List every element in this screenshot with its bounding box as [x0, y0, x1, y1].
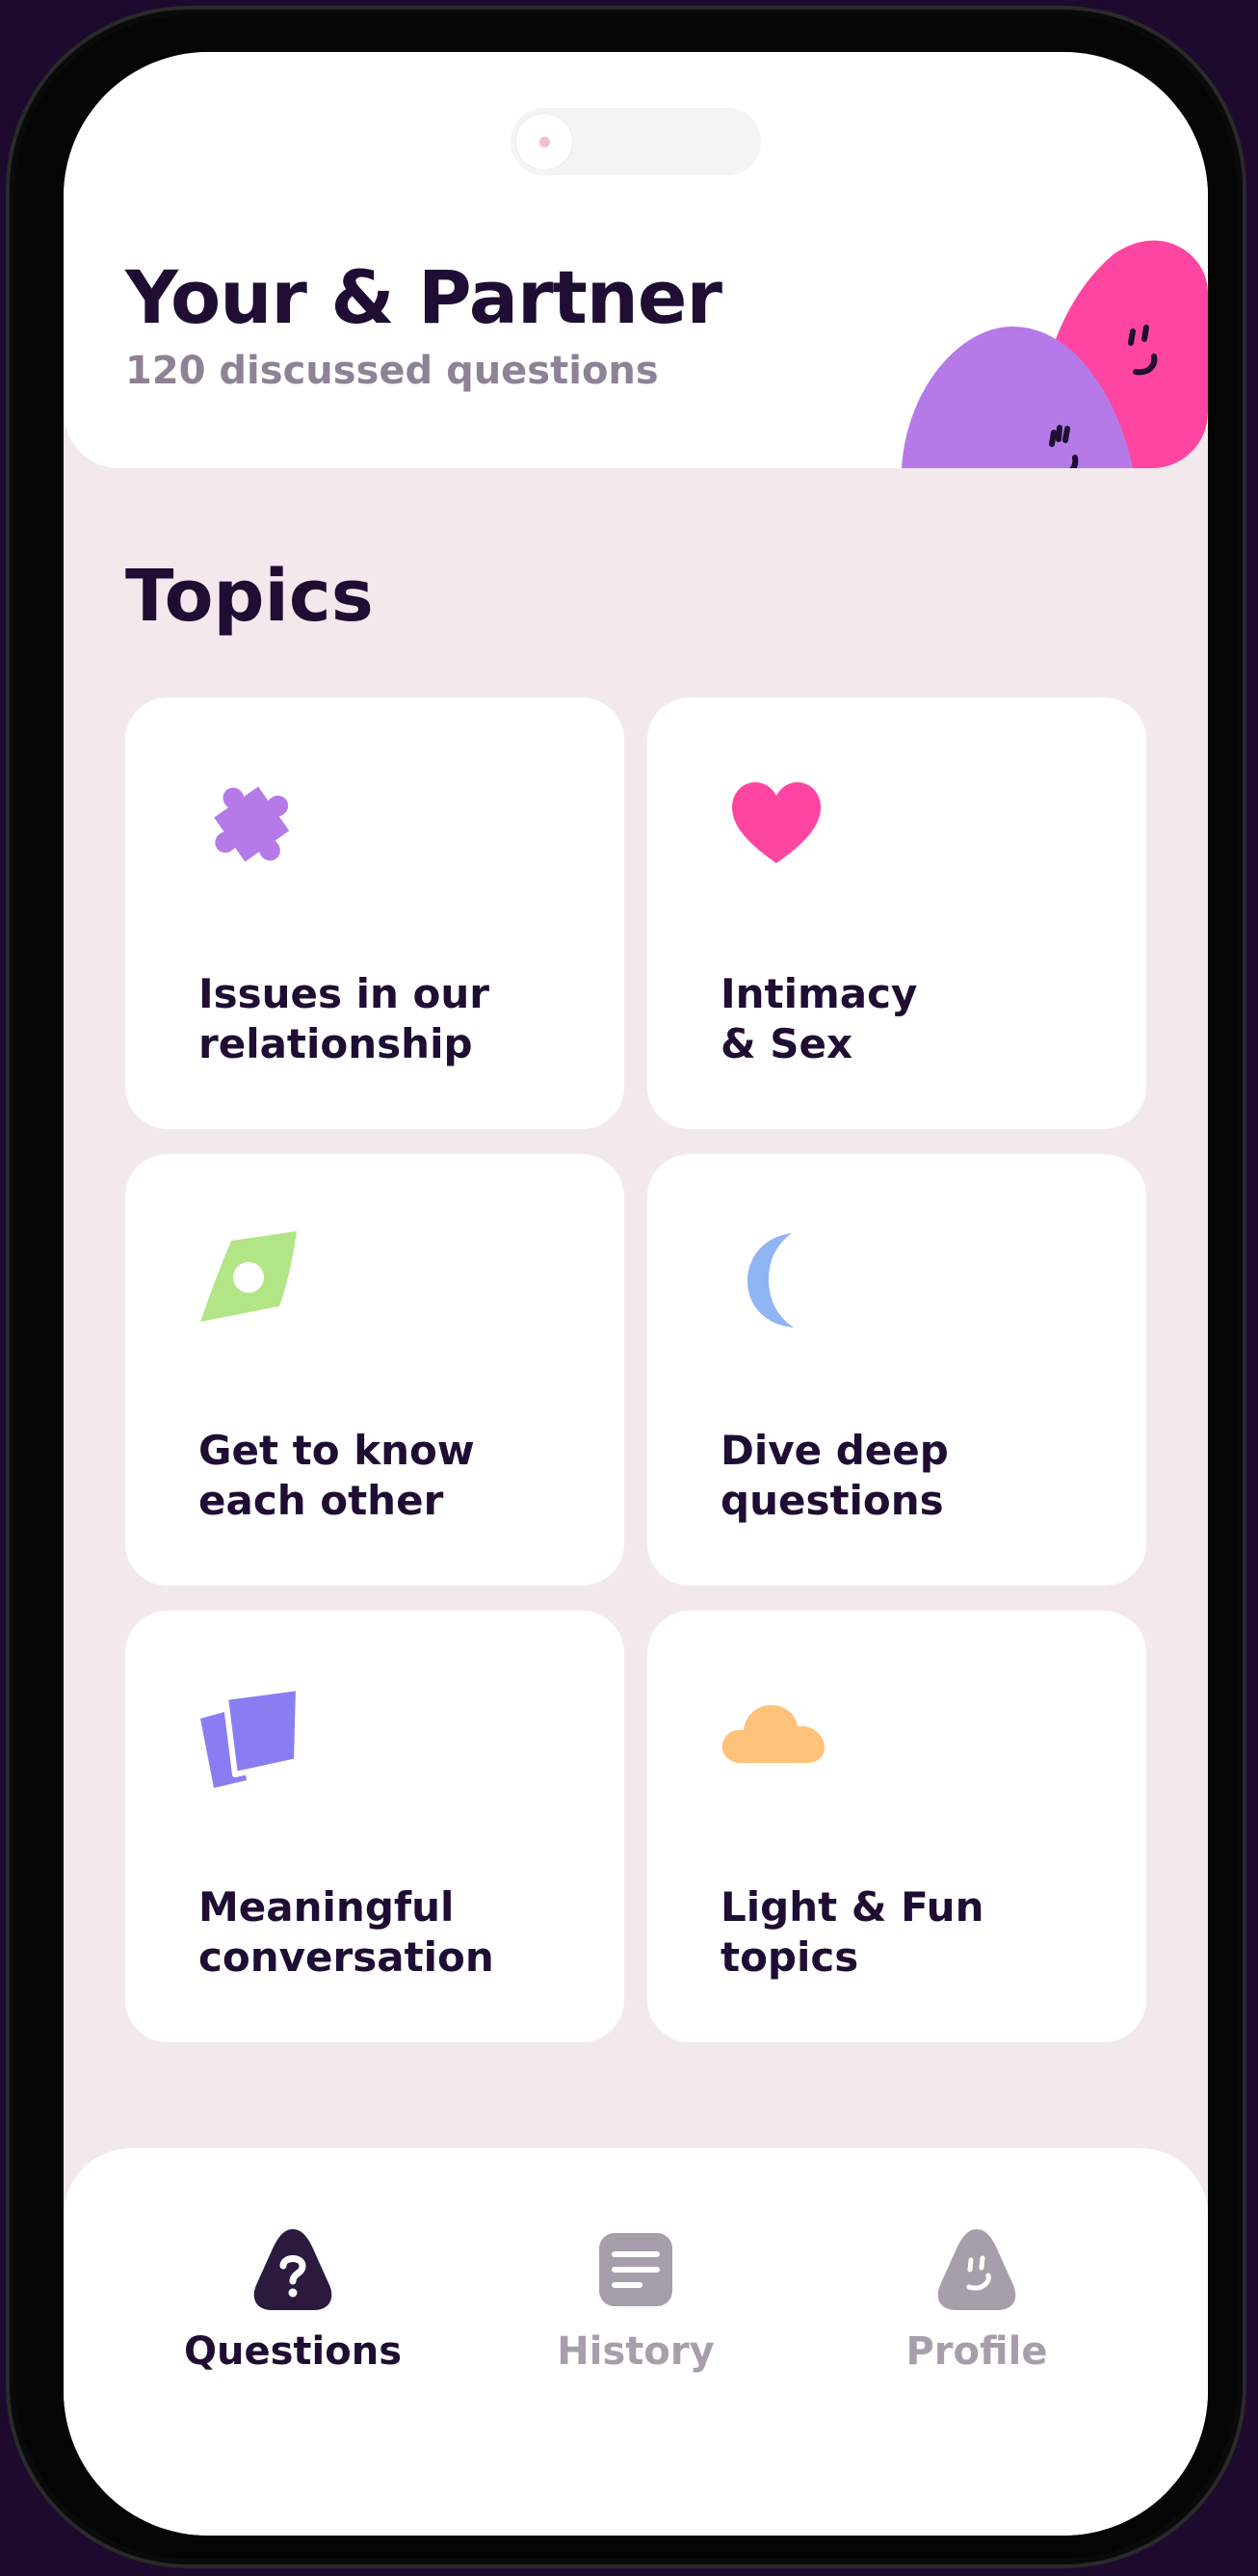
tab-profile[interactable]: Profile: [832, 2223, 1121, 2378]
discussed-count: 120 discussed questions: [125, 349, 659, 393]
topic-card-get-to-know[interactable]: Get to know each other: [125, 1154, 624, 1586]
phone-frame: Your & Partner 120 discussed questions T…: [6, 6, 1246, 2568]
question-icon: [253, 2229, 332, 2310]
couple-header: Your & Partner 120 discussed questions: [64, 52, 1208, 468]
topic-card-light-fun[interactable]: Light & Fun topics: [647, 1611, 1146, 2042]
cards-icon: [200, 1685, 301, 1788]
topic-card-meaningful[interactable]: Meaningful conversation: [125, 1611, 624, 2042]
couple-title: Your & Partner: [125, 254, 722, 340]
moon-icon: [747, 1233, 794, 1327]
topics-heading: Topics: [125, 555, 374, 638]
history-icon: [599, 2233, 672, 2306]
topic-card-issues[interactable]: Issues in our relationship: [125, 697, 624, 1129]
topic-card-dive-deep[interactable]: Dive deep questions: [647, 1154, 1146, 1586]
dynamic-island: [511, 108, 761, 175]
bottom-tab-bar: Questions History Profile: [64, 2148, 1208, 2536]
tab-label: Profile: [905, 2329, 1048, 2374]
topic-label: Get to know each other: [198, 1427, 475, 1524]
topic-label: Intimacy & Sex: [721, 970, 918, 1067]
tab-label: Questions: [183, 2329, 402, 2374]
diamond-icon: [200, 1231, 297, 1322]
topic-label: Issues in our relationship: [198, 970, 490, 1067]
topic-label: Dive deep questions: [721, 1427, 949, 1524]
puzzle-icon: [214, 786, 290, 862]
heart-icon: [732, 782, 821, 863]
couple-blobs-illustration: [902, 240, 1208, 468]
app-screen: Your & Partner 120 discussed questions T…: [64, 52, 1208, 2536]
tab-label: History: [557, 2329, 715, 2374]
profile-icon: [937, 2229, 1016, 2310]
tab-questions[interactable]: Questions: [148, 2223, 437, 2378]
cloud-icon: [721, 1705, 825, 1763]
topic-label: Meaningful conversation: [198, 1883, 494, 1981]
topic-label: Light & Fun topics: [721, 1883, 984, 1981]
topic-card-intimacy[interactable]: Intimacy & Sex: [647, 697, 1146, 1129]
tab-history[interactable]: History: [491, 2223, 780, 2378]
camera-icon: [516, 114, 572, 170]
